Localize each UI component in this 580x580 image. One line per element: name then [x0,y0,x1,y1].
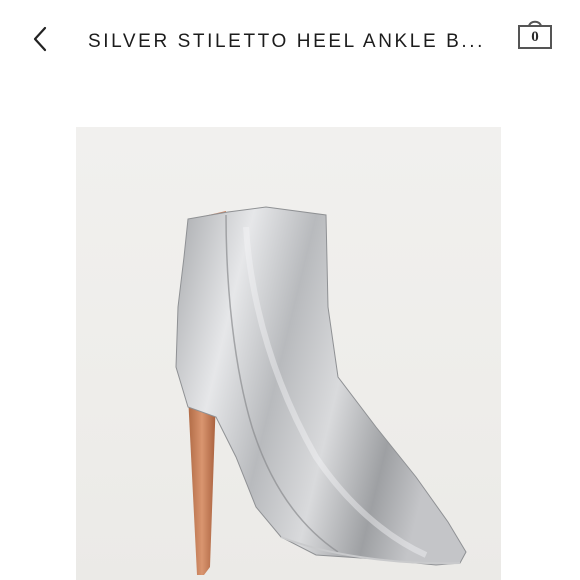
back-button[interactable] [24,24,56,58]
cart-count-badge: 0 [531,29,539,45]
boot-illustration [175,206,467,575]
chevron-left-icon [32,26,48,57]
top-bar: SILVER STILETTO HEEL ANKLE B... 0 [0,0,580,82]
product-image[interactable] [76,127,501,580]
cart-button[interactable]: 0 [514,18,556,52]
page-title: SILVER STILETTO HEEL ANKLE B... [88,31,486,52]
